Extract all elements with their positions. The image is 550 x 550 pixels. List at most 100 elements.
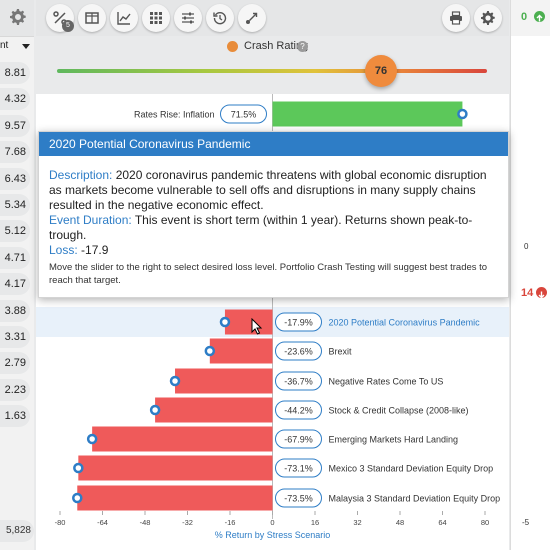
bar-0 [272, 101, 463, 127]
left-bottom-value: 5,828 [0, 520, 34, 542]
left-value-2: 9.57 [0, 114, 30, 137]
left-value-3: 7.68 [0, 141, 30, 164]
sort-caret-icon[interactable] [22, 44, 30, 49]
bar-handle-1 [219, 316, 231, 328]
bar-6 [78, 455, 273, 481]
grid-icon [150, 12, 162, 24]
settings-button[interactable] [474, 4, 502, 32]
scenario-label-0: Rates Rise: Inflation [134, 110, 215, 120]
left-value-7: 4.71 [0, 246, 30, 269]
arrow-up-circle-icon [534, 11, 545, 22]
tooltip-body: Description: 2020 coronavirus pandemic t… [49, 168, 501, 258]
gear-icon[interactable] [10, 9, 26, 25]
toolbar: 5 [36, 0, 509, 36]
value-label-1: -17.9% [284, 318, 313, 328]
bar-handle-0 [457, 108, 468, 120]
description-text: 2020 coronavirus pandemic threatens with… [49, 168, 487, 212]
line-chart-icon [117, 12, 131, 25]
bar-handle-4 [149, 404, 161, 416]
scenario-label-3: Negative Rates Come To US [329, 377, 444, 387]
left-value-8: 4.17 [0, 273, 30, 296]
left-value-10: 3.31 [0, 326, 30, 348]
line-chart-button[interactable] [110, 4, 138, 32]
value-label-5: -67.9% [284, 435, 313, 445]
tooltip-footer: Move the slider to the right to select d… [49, 262, 488, 286]
print-icon [450, 11, 462, 25]
scenario-label-7: Malaysia 3 Standard Deviation Equity Dro… [329, 494, 501, 504]
crash-rating-slider-handle[interactable]: 76 [365, 55, 397, 87]
scenario-label-2: Brexit [329, 347, 353, 357]
tick-label-6: 16 [311, 518, 319, 527]
rating-dot-icon [227, 41, 238, 52]
left-header [0, 0, 34, 37]
left-value-6: 5.12 [0, 220, 30, 243]
left-value-0: 8.81 [0, 62, 30, 84]
value-label-4: -44.2% [284, 406, 313, 416]
tick-label-8: 48 [396, 518, 404, 527]
left-value-4: 6.43 [0, 167, 30, 190]
share-icon [246, 12, 258, 24]
share-button[interactable] [238, 4, 266, 32]
bar-5 [92, 426, 273, 452]
history-button[interactable] [206, 4, 234, 32]
right-column [510, 0, 550, 550]
columns-button[interactable] [78, 4, 106, 32]
right-axis-minus5: -5 [522, 518, 530, 527]
tick-label-10: 80 [481, 518, 489, 527]
value-label-3: -36.7% [284, 377, 313, 387]
print-button[interactable] [442, 4, 470, 32]
bar-handle-3 [169, 375, 181, 387]
tick-label-3: -32 [182, 518, 193, 527]
bar-4 [155, 397, 273, 423]
value-label-7: -73.5% [284, 494, 313, 504]
percent-badge: 5 [62, 20, 74, 32]
tick-label-5: 0 [270, 518, 274, 527]
crash-rating-track[interactable] [57, 69, 487, 73]
scenario-label-6: Mexico 3 Standard Deviation Equity Drop [329, 464, 494, 474]
description-key: Description: [49, 168, 113, 182]
value-label-0: 71.5% [231, 110, 257, 120]
bar-1 [224, 309, 273, 335]
left-value-9: 3.88 [0, 299, 30, 322]
x-axis-label: % Return by Stress Scenario [215, 530, 331, 540]
left-value-13: 1.63 [0, 405, 30, 428]
loss-text: -17.9 [81, 243, 109, 257]
duration-key: Event Duration: [49, 213, 132, 227]
scenario-label-5: Emerging Markets Hard Landing [329, 435, 459, 445]
right-axis-zero: 0 [524, 242, 529, 251]
help-icon[interactable]: ? [297, 41, 308, 52]
tick-label-2: -48 [140, 518, 151, 527]
columns-icon [85, 12, 99, 24]
arrow-down-circle-icon [536, 287, 547, 299]
tick-label-4: -16 [225, 518, 236, 527]
bar-handle-7 [72, 492, 83, 504]
scenario-label-1: 2020 Potential Coronavirus Pandemic [329, 318, 481, 328]
bar-handle-6 [73, 462, 84, 474]
bar-handle-2 [204, 345, 216, 357]
bar-7 [77, 485, 273, 511]
sliders-icon [182, 12, 194, 24]
column-header[interactable]: nt [0, 40, 8, 51]
tick-label-1: -64 [97, 518, 108, 527]
left-value-11: 2.79 [0, 352, 30, 375]
history-icon [213, 11, 227, 25]
tooltip-title: 2020 Potential Coronavirus Pandemic [39, 132, 508, 156]
loss-key: Loss: [49, 243, 78, 257]
sliders-button[interactable] [174, 4, 202, 32]
tick-label-0: -80 [55, 518, 66, 527]
scenario-label-4: Stock & Credit Collapse (2008-like) [329, 406, 469, 416]
value-label-6: -73.1% [284, 464, 313, 474]
right-top-count: 0 [521, 11, 528, 23]
bar-3 [175, 368, 273, 394]
left-value-12: 2.23 [0, 378, 30, 401]
tick-label-7: 32 [353, 518, 361, 527]
grid-button[interactable] [142, 4, 170, 32]
bar-handle-5 [86, 433, 98, 445]
right-mid-count: 14 [521, 287, 534, 299]
mouse-cursor-icon [251, 318, 263, 335]
tick-label-9: 64 [438, 518, 446, 527]
value-label-2: -23.6% [284, 347, 313, 357]
left-value-5: 5.34 [0, 194, 30, 216]
gear-icon [481, 11, 495, 25]
scenario-tooltip: 2020 Potential Coronavirus Pandemic Desc… [38, 131, 509, 298]
